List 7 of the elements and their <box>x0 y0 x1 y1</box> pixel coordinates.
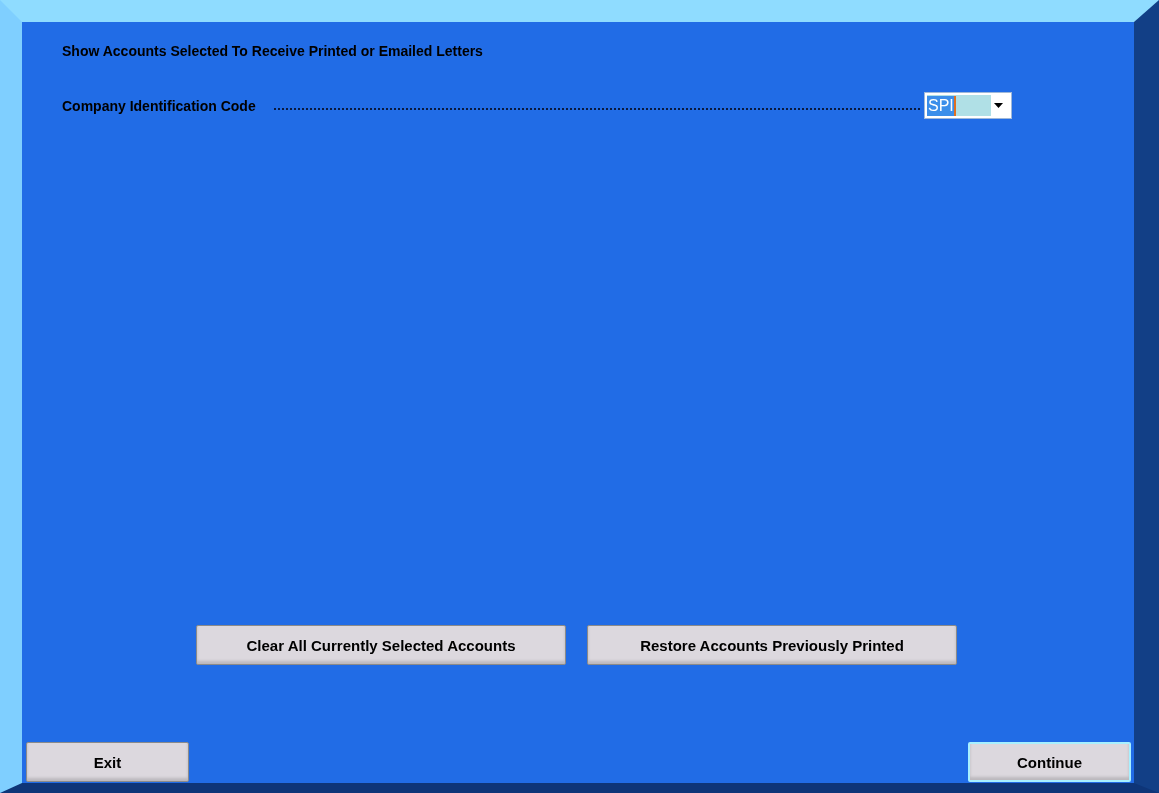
caret-icon <box>994 103 1003 108</box>
action-button[interactable]: Restore Accounts Previously Printed <box>587 625 957 665</box>
field-label: Company Identification Code <box>62 97 256 114</box>
action-button[interactable]: Clear All Currently Selected Accounts <box>196 625 566 665</box>
continue-button[interactable]: Continue <box>968 742 1131 782</box>
exit-button[interactable]: Exit <box>26 742 189 782</box>
dialog-heading: Show Accounts Selected To Receive Printed or Emailed Letters <box>62 43 484 59</box>
